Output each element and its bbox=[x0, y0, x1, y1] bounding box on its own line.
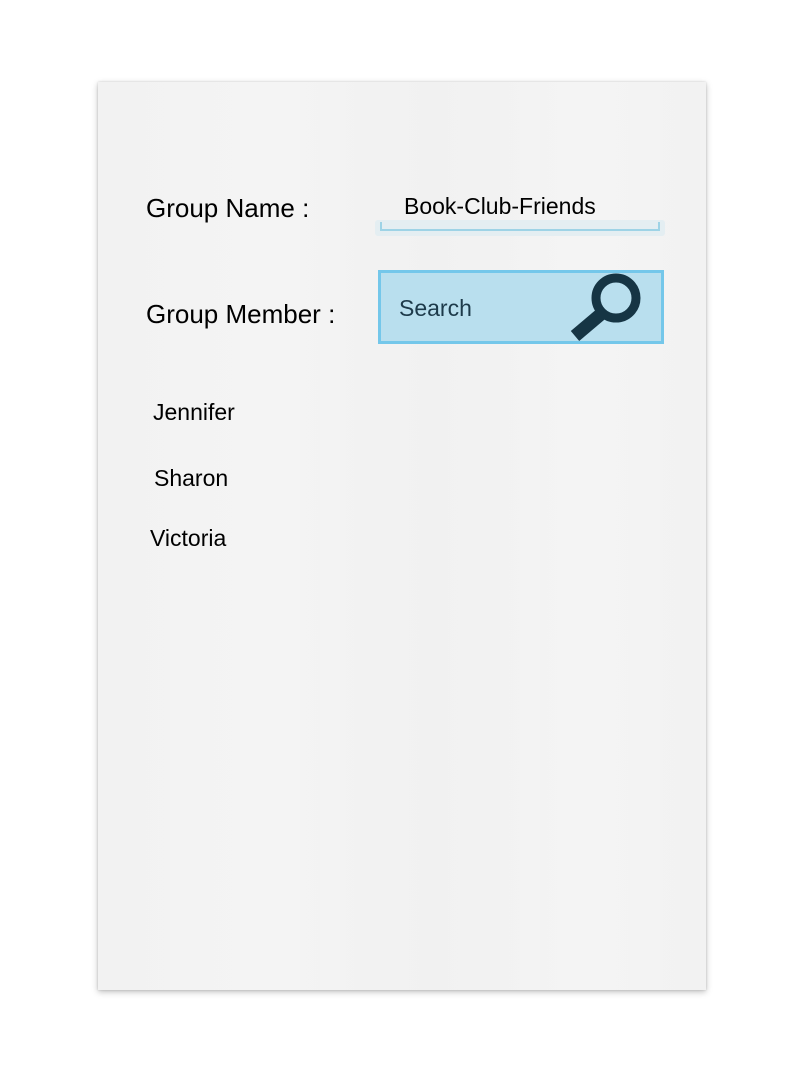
search-icon[interactable] bbox=[563, 270, 651, 346]
group-name-value[interactable]: Book-Club-Friends bbox=[404, 193, 596, 220]
group-name-field[interactable]: Book-Club-Friends bbox=[375, 182, 665, 242]
group-name-label: Group Name : bbox=[146, 193, 310, 223]
group-form-card: Group Name : Book-Club-Friends Group Mem… bbox=[98, 82, 706, 990]
group-name-underline bbox=[375, 220, 665, 236]
member-search-input[interactable]: Search bbox=[378, 270, 664, 344]
member-list-item[interactable]: Jennifer bbox=[153, 399, 235, 426]
member-list-item[interactable]: Sharon bbox=[154, 465, 228, 492]
member-list-item[interactable]: Victoria bbox=[150, 525, 226, 552]
group-member-label: Group Member : bbox=[146, 299, 336, 329]
search-placeholder: Search bbox=[399, 295, 472, 321]
